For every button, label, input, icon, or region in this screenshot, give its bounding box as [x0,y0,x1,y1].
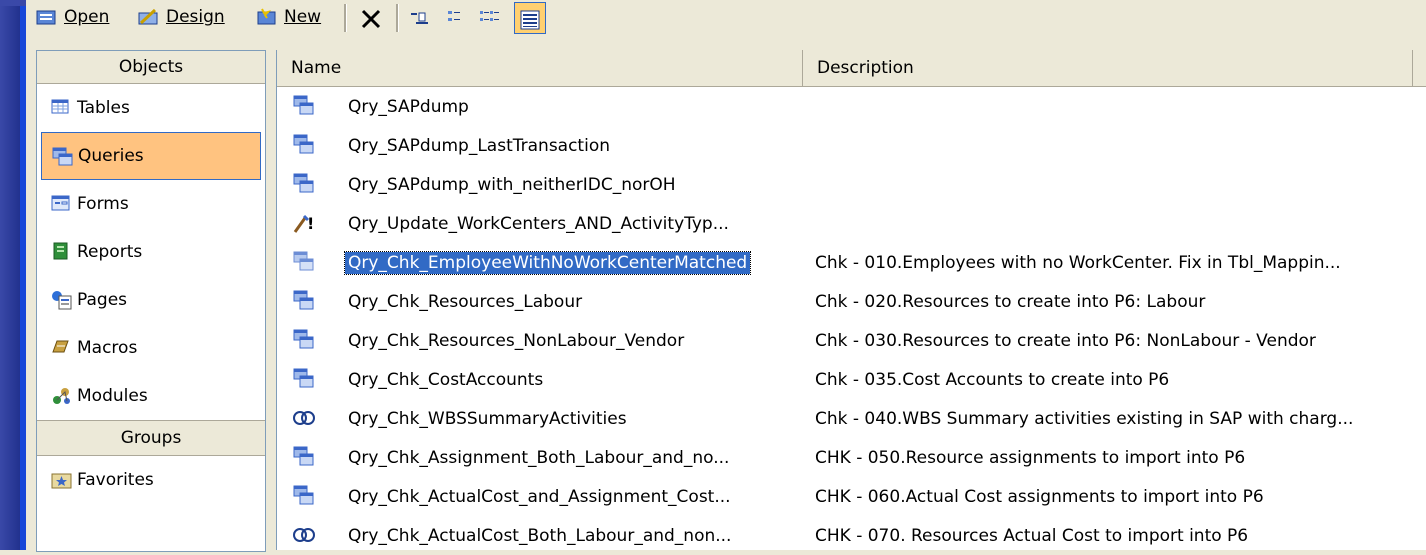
new-icon [256,8,278,26]
select-query-icon [293,329,315,349]
object-list: Name Description Qry_SAPdump Qry_SAPdump_… [276,50,1426,550]
open-icon [36,8,58,26]
toolbar-separator [396,4,399,32]
select-query-icon [293,485,315,505]
row-description: Chk - 035.Cost Accounts to create into P… [815,369,1170,390]
row-name[interactable]: Qry_Update_WorkCenters_AND_ActivityTyp..… [345,213,732,235]
page-icon [51,290,72,310]
list-header: Name Description [277,50,1426,87]
row-name[interactable]: Qry_Chk_WBSSummaryActivities [345,408,630,430]
list-row[interactable]: Qry_Chk_WBSSummaryActivities Chk - 040.WB… [277,399,1426,438]
list-row[interactable]: Qry_Chk_Resources_Labour Chk - 020.Resour… [277,282,1426,321]
row-description: Chk - 030.Resources to create into P6: N… [815,330,1316,351]
large-icons-icon [410,8,432,26]
groups-item-partial[interactable] [37,504,265,524]
objects-item-modules[interactable]: Modules [37,372,265,420]
row-name[interactable]: Qry_SAPdump [345,96,472,118]
list-view-button[interactable] [478,4,500,30]
row-description: CHK - 070. Resources Actual Cost to impo… [815,525,1249,546]
small-icons-icon [444,8,466,26]
objects-item-macros[interactable]: Macros [37,324,265,372]
list-row[interactable]: Qry_SAPdump_LastTransaction [277,126,1426,165]
small-icons-button[interactable] [444,4,466,30]
list-row[interactable]: Qry_Chk_Resources_NonLabour_Vendor Chk - … [277,321,1426,360]
row-description: CHK - 060.Actual Cost assignments to imp… [815,486,1264,507]
objects-item-pages[interactable]: Pages [37,276,265,324]
list-row[interactable]: Qry_SAPdump_with_neitherIDC_norOH [277,165,1426,204]
select-query-icon [293,368,315,388]
macro-icon [51,338,71,356]
favorites-icon [51,470,72,489]
objects-header[interactable]: Objects [37,51,265,84]
row-name[interactable]: Qry_Chk_ActualCost_Both_Labour_and_non..… [345,525,734,547]
row-name[interactable]: Qry_SAPdump_with_neitherIDC_norOH [345,174,679,196]
list-row[interactable]: Qry_SAPdump [277,87,1426,126]
row-name[interactable]: Qry_Chk_Resources_NonLabour_Vendor [345,330,687,352]
objects-item-forms[interactable]: Forms [37,180,265,228]
row-name[interactable]: Qry_Chk_EmployeeWithNoWorkCenterMatched [343,250,752,275]
list-row[interactable]: Qry_Chk_ActualCost_and_Assignment_Cost..… [277,477,1426,516]
module-icon [51,386,71,404]
database-toolbar: Open Design New [26,0,1426,38]
select-query-icon [293,251,315,271]
objects-item-queries[interactable]: Queries [41,132,261,180]
toolbar-separator [344,4,347,32]
delete-icon [360,8,382,29]
list-row[interactable]: Qry_Chk_EmployeeWithNoWorkCenterMatched C… [277,243,1426,282]
list-row[interactable]: ! Qry_Update_WorkCenters_AND_ActivityTyp.… [277,204,1426,243]
delete-button[interactable] [360,4,382,30]
select-query-icon [293,173,315,193]
query-icon [52,147,73,166]
groups-item-favorites[interactable]: Favorites [37,456,265,504]
groups-header[interactable]: Groups [37,420,265,456]
design-icon [138,8,160,26]
design-button[interactable]: Design [138,4,225,30]
list-row[interactable]: Qry_Chk_CostAccounts Chk - 035.Cost Accou… [277,360,1426,399]
list-rows: Qry_SAPdump Qry_SAPdump_LastTransaction Qr… [277,87,1426,555]
select-query-icon [293,446,315,466]
list-view-icon [478,8,500,26]
row-description: Chk - 010.Employees with no WorkCenter. … [815,252,1341,273]
open-button[interactable]: Open [36,4,109,30]
row-description: CHK - 050.Resource assignments to import… [815,447,1246,468]
table-icon [51,98,71,116]
row-name[interactable]: Qry_Chk_CostAccounts [345,369,546,391]
objects-item-reports[interactable]: Reports [37,228,265,276]
row-name[interactable]: Qry_Chk_Resources_Labour [345,291,585,313]
select-query-icon [293,95,315,115]
new-button[interactable]: New [256,4,321,30]
union-query-icon [293,524,315,544]
list-row[interactable]: Qry_Chk_Assignment_Both_Labour_and_no...… [277,438,1426,477]
objects-item-tables[interactable]: Tables [37,84,265,132]
row-name[interactable]: Qry_Chk_Assignment_Both_Labour_and_no... [345,447,732,469]
row-description: Chk - 020.Resources to create into P6: L… [815,291,1206,312]
row-name[interactable]: Qry_SAPdump_LastTransaction [345,135,613,157]
list-row[interactable]: Qry_Chk_ActualCost_Both_Labour_and_non..… [277,516,1426,555]
large-icons-button[interactable] [410,4,432,30]
svg-text:!: ! [307,214,314,233]
details-view-icon [519,9,541,30]
row-description: Chk - 040.WBS Summary activities existin… [815,408,1354,429]
details-view-button[interactable] [514,2,546,34]
row-name[interactable]: Qry_Chk_ActualCost_and_Assignment_Cost..… [345,486,734,508]
column-header-name[interactable]: Name [277,50,803,86]
objects-bar: Objects Tables Queries Forms Reports Pag… [36,50,266,552]
select-query-icon [293,134,315,154]
column-header-description[interactable]: Description [803,50,1413,86]
form-icon [51,194,71,212]
update-query-icon: ! [293,212,315,233]
report-icon [51,242,71,260]
union-query-icon [293,407,315,427]
select-query-icon [293,290,315,310]
